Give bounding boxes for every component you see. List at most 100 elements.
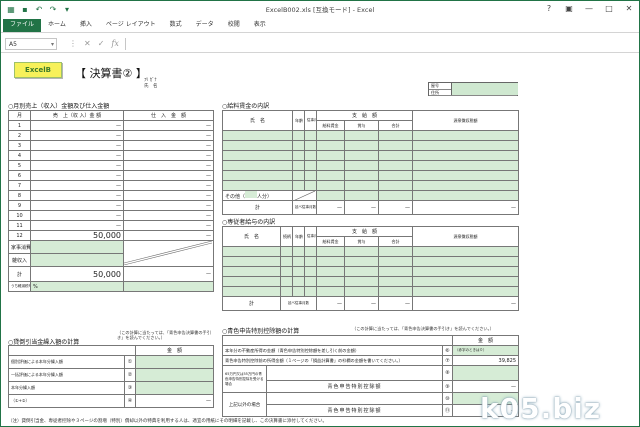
table-cell[interactable] — [304, 266, 317, 277]
table-cell[interactable] — [377, 246, 414, 257]
help-button[interactable]: ? — [539, 1, 559, 17]
formula-input[interactable] — [124, 37, 635, 50]
table-cell[interactable] — [292, 246, 305, 257]
table-cell[interactable] — [412, 140, 520, 151]
table-cell[interactable] — [280, 246, 293, 257]
sales-cell[interactable]: — — [30, 160, 124, 171]
table-cell[interactable] — [344, 256, 379, 267]
table-cell[interactable] — [222, 180, 293, 191]
table-cell[interactable] — [412, 150, 520, 161]
purchase-cell[interactable]: — — [123, 220, 214, 231]
purchase-cell[interactable]: — — [123, 120, 214, 131]
sales-cell[interactable]: — — [30, 200, 124, 211]
table-cell[interactable] — [304, 170, 317, 181]
table-cell[interactable] — [412, 160, 520, 171]
table-cell[interactable] — [316, 266, 345, 277]
table-cell[interactable] — [316, 160, 345, 171]
table-cell[interactable] — [377, 160, 414, 171]
reduced-rate-cell[interactable]: % — [30, 281, 124, 292]
table-cell[interactable] — [280, 256, 293, 267]
table-cell[interactable] — [222, 246, 281, 257]
other-count-input[interactable] — [245, 191, 258, 198]
table-cell[interactable] — [344, 170, 379, 181]
table-cell[interactable] — [377, 180, 414, 191]
table-cell[interactable] — [304, 276, 317, 287]
table-cell[interactable] — [344, 160, 379, 171]
table-cell[interactable] — [280, 276, 293, 287]
sales-cell[interactable]: — — [30, 120, 124, 131]
table-cell[interactable] — [344, 266, 379, 277]
table-cell[interactable] — [135, 381, 215, 395]
table-cell[interactable] — [377, 286, 414, 297]
table-cell[interactable] — [292, 266, 305, 277]
table-cell[interactable] — [344, 286, 379, 297]
table-cell[interactable] — [377, 150, 414, 161]
purchase-cell[interactable]: — — [123, 200, 214, 211]
table-cell[interactable] — [412, 286, 520, 297]
table-cell[interactable] — [316, 190, 345, 201]
tab-file[interactable]: ファイル — [3, 19, 42, 32]
table-cell[interactable] — [412, 276, 520, 287]
table-cell[interactable] — [377, 130, 414, 141]
close-button[interactable]: ✕ — [619, 1, 639, 17]
table-cell[interactable] — [344, 190, 379, 201]
sales-cell[interactable]: — — [30, 180, 124, 191]
table-cell[interactable] — [304, 140, 317, 151]
table-cell[interactable] — [30, 240, 124, 254]
tab-formulas[interactable]: 数式 — [163, 19, 189, 32]
table-cell[interactable] — [292, 276, 305, 287]
table-cell[interactable] — [316, 180, 345, 191]
table-cell[interactable] — [316, 276, 345, 287]
tab-home[interactable]: ホーム — [41, 19, 73, 32]
purchase-cell[interactable]: — — [123, 140, 214, 151]
table-cell[interactable] — [135, 355, 215, 369]
table-cell[interactable] — [292, 256, 305, 267]
table-cell[interactable] — [316, 150, 345, 161]
table-cell[interactable] — [280, 266, 293, 277]
table-cell[interactable] — [292, 150, 305, 161]
table-cell[interactable] — [304, 256, 317, 267]
table-cell[interactable] — [412, 130, 520, 141]
maximize-button[interactable]: □ — [599, 1, 619, 17]
table-cell[interactable] — [316, 170, 345, 181]
purchase-cell[interactable]: — — [123, 170, 214, 181]
table-cell[interactable] — [292, 286, 305, 297]
ribbon-display-button[interactable]: ▣ — [559, 1, 579, 17]
header-input-area[interactable] — [451, 83, 518, 95]
table-cell[interactable] — [222, 130, 293, 141]
table-cell[interactable] — [344, 246, 379, 257]
reduced-rate-cell[interactable] — [123, 281, 214, 292]
sales-cell[interactable]: — — [30, 210, 124, 221]
tab-insert[interactable]: 挿入 — [73, 19, 99, 32]
sales-cell[interactable]: — — [30, 220, 124, 231]
table-cell[interactable] — [292, 160, 305, 171]
table-cell[interactable] — [452, 365, 520, 381]
table-cell[interactable] — [292, 140, 305, 151]
table-cell[interactable] — [344, 180, 379, 191]
sales-cell[interactable]: — — [30, 140, 124, 151]
table-cell[interactable] — [304, 180, 317, 191]
table-cell[interactable] — [222, 266, 281, 277]
purchase-cell[interactable]: — — [123, 230, 214, 241]
purchase-cell[interactable]: — — [123, 210, 214, 221]
table-cell[interactable] — [377, 170, 414, 181]
table-cell[interactable] — [292, 130, 305, 141]
table-cell[interactable] — [304, 130, 317, 141]
sales-cell[interactable]: — — [30, 190, 124, 201]
table-cell[interactable] — [412, 180, 520, 191]
purchase-cell[interactable]: — — [123, 150, 214, 161]
table-cell[interactable] — [316, 140, 345, 151]
table-cell[interactable] — [344, 276, 379, 287]
table-cell[interactable] — [292, 170, 305, 181]
table-cell[interactable] — [316, 256, 345, 267]
table-cell[interactable] — [377, 276, 414, 287]
name-box[interactable]: A5 — [5, 37, 57, 50]
table-cell[interactable] — [344, 130, 379, 141]
table-cell[interactable] — [377, 266, 414, 277]
table-cell[interactable] — [304, 246, 317, 257]
table-cell[interactable] — [412, 256, 520, 267]
table-cell[interactable] — [222, 140, 293, 151]
table-cell[interactable] — [135, 368, 215, 382]
insert-function-icon[interactable]: fx — [111, 39, 118, 48]
table-cell[interactable] — [344, 140, 379, 151]
